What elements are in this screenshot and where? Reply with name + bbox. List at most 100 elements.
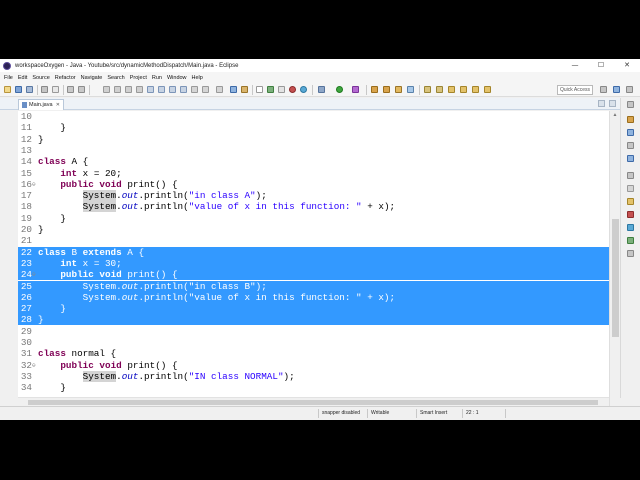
save-icon[interactable]	[15, 86, 22, 93]
menu-source[interactable]: Source	[32, 75, 49, 81]
search-tasks-icon[interactable]	[241, 86, 248, 93]
code-line[interactable]: 11 }	[18, 122, 609, 133]
code-line[interactable]: 24 ⊖ public void print() {	[18, 269, 609, 281]
scroll-up-icon[interactable]: ▲	[612, 112, 618, 118]
last-edit-icon[interactable]	[448, 86, 455, 93]
code-line[interactable]: 30	[18, 337, 609, 348]
menu-navigate[interactable]: Navigate	[81, 75, 103, 81]
maximize-editor-icon[interactable]	[609, 100, 616, 107]
fold-marker-icon[interactable]: ⊖	[32, 360, 36, 371]
coverage-run-icon[interactable]	[352, 86, 359, 93]
code-editor[interactable]: 10 11 } 12} 13 14 class A {15 int x = 20; 16 ⊖ …	[18, 111, 609, 420]
menu-help[interactable]: Help	[192, 75, 203, 81]
scroll-thumb[interactable]	[612, 219, 619, 337]
restore-icon[interactable]	[627, 101, 634, 108]
code-line[interactable]: 27 }	[18, 303, 609, 315]
code-line[interactable]: 23 int x = 30;	[18, 257, 609, 269]
code-line[interactable]: 13	[18, 145, 609, 156]
external-tools-icon[interactable]	[267, 86, 274, 93]
java-perspective-icon[interactable]	[613, 86, 620, 93]
code-line[interactable]: 32 ⊖ public void print() {	[18, 360, 609, 371]
horizontal-scrollbar[interactable]	[18, 397, 609, 406]
disconnect-icon[interactable]	[136, 86, 143, 93]
close-icon[interactable]: ✕	[56, 102, 60, 108]
debug-run-icon[interactable]	[318, 86, 325, 93]
code-line[interactable]: 15 int x = 20;	[18, 168, 609, 179]
code-line[interactable]: 22 class B extends A {	[18, 246, 609, 258]
outline-icon[interactable]	[627, 142, 634, 149]
code-line[interactable]: 20}	[18, 224, 609, 235]
resume-icon[interactable]	[103, 86, 110, 93]
search-view-icon[interactable]	[627, 250, 634, 257]
menu-search[interactable]: Search	[107, 75, 124, 81]
web-browser-icon[interactable]	[278, 86, 285, 93]
code-line[interactable]: 17 System.out.println("in class A");	[18, 190, 609, 202]
suspend-icon[interactable]	[114, 86, 121, 93]
task-list-icon[interactable]	[627, 155, 634, 162]
restore-bottom-icon[interactable]	[627, 172, 634, 179]
previous-annotation-icon[interactable]	[436, 86, 443, 93]
save-all-icon[interactable]	[26, 86, 33, 93]
terminal-icon[interactable]	[52, 86, 59, 93]
declaration-icon[interactable]	[627, 211, 634, 218]
maximize-button[interactable]: ☐	[588, 59, 614, 72]
minimize-button[interactable]: —	[562, 59, 588, 72]
console-icon[interactable]	[627, 224, 634, 231]
step-over-icon[interactable]	[158, 86, 165, 93]
minimize-editor-icon[interactable]	[598, 100, 605, 107]
vertical-scrollbar[interactable]: ▲ ▼	[609, 111, 620, 420]
code-line[interactable]: 31 class normal {	[18, 348, 609, 359]
forward-icon[interactable]	[472, 86, 479, 93]
type-hierarchy-icon[interactable]	[627, 129, 634, 136]
code-line[interactable]: 19 }	[18, 213, 609, 224]
debug-icon[interactable]	[289, 86, 296, 93]
step-return-icon[interactable]	[169, 86, 176, 93]
menu-edit[interactable]: Edit	[18, 75, 27, 81]
menu-refactor[interactable]: Refactor	[55, 75, 76, 81]
code-line[interactable]: 21	[18, 235, 609, 246]
tab-main-java[interactable]: Main.java ✕	[18, 99, 64, 110]
new-java-project-icon[interactable]	[371, 86, 378, 93]
code-line[interactable]: 12}	[18, 134, 609, 145]
code-line[interactable]: 10	[18, 111, 609, 122]
skip-breakpoints-icon[interactable]	[78, 86, 85, 93]
status-insert-mode[interactable]: Smart Insert	[420, 410, 447, 416]
search-web-icon[interactable]	[300, 86, 307, 93]
open-task-icon[interactable]	[230, 86, 237, 93]
new-package-icon[interactable]	[383, 86, 390, 93]
code-line[interactable]: 34 }	[18, 382, 609, 393]
fold-marker-icon[interactable]: ⊖	[32, 179, 36, 190]
debug-perspective-icon[interactable]	[626, 86, 633, 93]
next-annotation-icon[interactable]	[424, 86, 431, 93]
progress-icon[interactable]	[627, 237, 634, 244]
menu-file[interactable]: File	[4, 75, 13, 81]
back-icon[interactable]	[460, 86, 467, 93]
problems-icon[interactable]	[627, 185, 634, 192]
quick-access-input[interactable]: Quick Access	[557, 85, 593, 95]
javadoc-icon[interactable]	[627, 198, 634, 205]
open-perspective-icon[interactable]	[407, 86, 414, 93]
terminate-icon[interactable]	[125, 86, 132, 93]
annotate-icon[interactable]	[256, 86, 263, 93]
menu-project[interactable]: Project	[130, 75, 147, 81]
code-line[interactable]: 25 System.out.println("in class B");	[18, 280, 609, 292]
code-line[interactable]: 14 class A {	[18, 156, 609, 167]
code-line[interactable]: 28}	[18, 314, 609, 326]
code-line[interactable]: 26 System.out.println("value of x in thi…	[18, 291, 609, 303]
pin-editor-icon[interactable]	[484, 86, 491, 93]
code-line[interactable]: 33 System.out.println("IN class NORMAL")…	[18, 370, 609, 382]
run-icon[interactable]	[336, 86, 343, 93]
package-explorer-icon[interactable]	[627, 116, 634, 123]
new-file-icon[interactable]	[4, 86, 11, 93]
code-line[interactable]: 18 System.out.println("value of x in thi…	[18, 201, 609, 213]
drop-to-frame-icon[interactable]	[180, 86, 187, 93]
use-step-filters-icon[interactable]	[191, 86, 198, 93]
step-into-icon[interactable]	[147, 86, 154, 93]
open-perspective-button-icon[interactable]	[600, 86, 607, 93]
open-type-icon[interactable]	[216, 86, 223, 93]
print-icon[interactable]	[41, 86, 48, 93]
coverage-icon[interactable]	[202, 86, 209, 93]
toggle-breakpoint-icon[interactable]	[67, 86, 74, 93]
menu-run[interactable]: Run	[152, 75, 162, 81]
menu-window[interactable]: Window	[167, 75, 187, 81]
